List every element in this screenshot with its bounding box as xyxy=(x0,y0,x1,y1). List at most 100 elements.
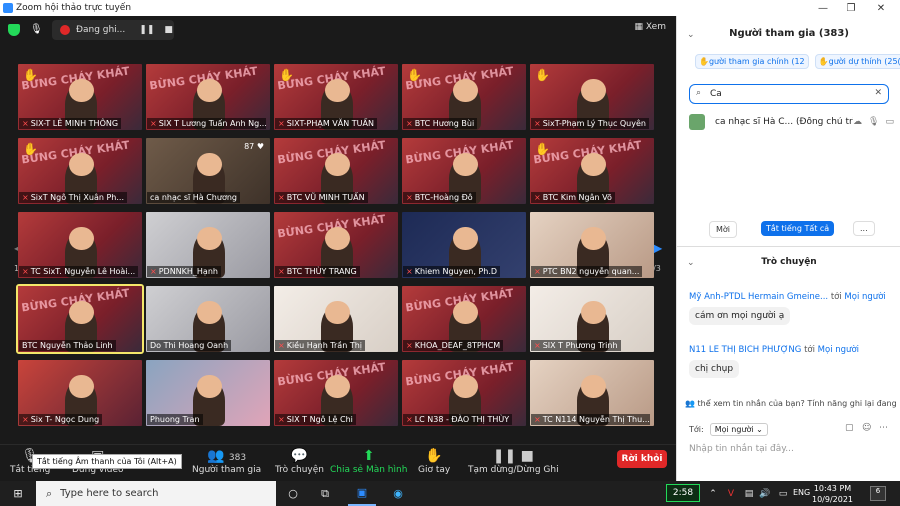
side-panel: ⌄ Người tham gia (383) ✋gười tham gia ch… xyxy=(676,16,900,481)
share-screen-button[interactable]: ⬆ Chia sẻ Màn hình xyxy=(330,447,407,475)
video-tile[interactable]: BỪNG CHÁY KHÁT ⨯ BTC-Hoàng Đô xyxy=(402,138,526,204)
video-tile[interactable]: ⨯ TC N114 Nguyễn Thị Thu... xyxy=(530,360,654,426)
battery-icon[interactable]: ▭ xyxy=(774,481,792,506)
participants-button[interactable]: 👥 383 Người tham gia xyxy=(192,447,261,475)
participant-name-text: PDNNKH_Hạnh xyxy=(158,267,218,276)
video-tile[interactable]: BỪNG CHÁY KHÁT ⨯ KHOA_DEAF_8TPHCM xyxy=(402,286,526,352)
cortana-icon[interactable]: ○ xyxy=(282,481,304,506)
muted-mic-icon: ⨯ xyxy=(406,267,413,276)
participant-name-label: ⨯ BTC VŨ MINH TUẤN xyxy=(275,192,368,203)
stop-recording-icon[interactable]: ■ xyxy=(164,25,173,35)
chevron-up-icon[interactable]: ⌃ xyxy=(704,481,722,506)
participant-row[interactable]: ca nhạc sĩ Hà C... (Đồng chủ trì) ☁ 🎙 ▭ xyxy=(689,113,894,131)
video-tile[interactable]: BỪNG CHÁY KHÁT ✋ ⨯ BTC Hương Bùi xyxy=(402,64,526,130)
participant-face xyxy=(324,152,350,177)
tile-badge: 87 ♥ xyxy=(244,142,264,151)
search-value: Ca xyxy=(710,89,722,99)
cloud-icon: ☁ xyxy=(853,117,863,127)
video-tile[interactable]: ⨯ PTC BN2 nguyễn quan... xyxy=(530,212,654,278)
language-indicator[interactable]: ENG xyxy=(793,488,810,497)
more-options-button[interactable]: ... xyxy=(853,221,875,236)
video-tile[interactable]: Do Thi Hoang Oanh xyxy=(146,286,270,352)
message-text: chị chụp xyxy=(689,360,740,378)
video-tile[interactable]: BỪNG CHÁY KHÁT ⨯ BTC VŨ MINH TUẤN xyxy=(274,138,398,204)
video-tile[interactable]: BỪNG CHÁY KHÁT ✋ ⨯ SIXT-PHẠM VĂN TUẤN xyxy=(274,64,398,130)
task-view-icon[interactable]: ⧉ xyxy=(314,481,336,506)
notification-center-icon[interactable]: 6 xyxy=(870,486,886,501)
notification-count: 6 xyxy=(875,487,881,495)
tab-panelists[interactable]: ✋gười tham gia chính (12 xyxy=(695,54,809,69)
muted-mic-icon: ⨯ xyxy=(406,341,413,350)
participant-face xyxy=(452,152,478,177)
video-tile[interactable]: Phuong Tran xyxy=(146,360,270,426)
chat-input[interactable]: Nhập tin nhắn tại đây... xyxy=(689,444,794,454)
chat-recipient-row: Tới: Mọi người ⌄ xyxy=(689,423,768,436)
muted-mic-icon: ⨯ xyxy=(22,415,29,424)
participant-face xyxy=(580,152,606,177)
participant-name-text: SixT Ngô Thị Xuân Ph... xyxy=(30,193,124,202)
file-icon[interactable]: ▢ xyxy=(845,423,854,433)
video-tile[interactable]: BỪNG CHÁY KHÁT ✋ ⨯ SIX-T LÊ MINH THÔNG xyxy=(18,64,142,130)
clear-search-icon[interactable]: ✕ xyxy=(874,88,882,98)
video-tile[interactable]: 87 ♥ ca nhạc sĩ Hà Chương xyxy=(146,138,270,204)
tray-app-icon[interactable]: V xyxy=(722,481,740,506)
participant-name-label: ⨯ Khiem Nguyen, Ph.D xyxy=(403,266,501,277)
zoom-logo-icon xyxy=(3,3,13,13)
video-tile[interactable]: ⨯ TC SixT. Nguyễn Lê Hoài... xyxy=(18,212,142,278)
chat-message-header: Mỹ Anh-PTDL Hermain Gmeine... tới Mọi ng… xyxy=(689,292,894,302)
participant-face xyxy=(324,374,350,399)
taskbar-search-input[interactable]: ⌕ Type here to search xyxy=(36,481,276,506)
raise-hand-button[interactable]: ✋ Giơ tay xyxy=(418,447,450,475)
tab-attendees[interactable]: ✋gười dự thính (25( xyxy=(814,54,900,69)
pause-recording-button[interactable]: ❚❚ ■ Tạm dừng/Dừng Ghi xyxy=(468,447,559,475)
volume-icon[interactable]: 🔊 xyxy=(756,481,774,506)
minimize-button[interactable]: — xyxy=(808,0,838,16)
participant-name-text: BTC THÙY TRANG xyxy=(286,267,357,276)
participant-name-text: SixT-Phạm Lý Thục Quyên xyxy=(542,119,646,128)
video-tile[interactable]: BỪNG CHÁY KHÁT ⨯ LC N38 - ĐÀO THỊ THÙY xyxy=(402,360,526,426)
participant-name-label: ⨯ PDNNKH_Hạnh xyxy=(147,266,221,277)
participant-name-text: Six T- Ngọc Dung xyxy=(30,415,100,424)
video-tile[interactable]: BỪNG CHÁY KHÁT ⨯ SIX T Lương Tuấn Anh Ng..… xyxy=(146,64,270,130)
invite-button[interactable]: Mời xyxy=(709,221,738,238)
maximize-button[interactable]: ❐ xyxy=(836,0,866,16)
raise-hand-label: Giơ tay xyxy=(418,465,451,475)
meeting-timer: 2:58 xyxy=(666,484,700,502)
video-tile[interactable]: BỪNG CHÁY KHÁT ⨯ SIX T Ngô Lệ Chi xyxy=(274,360,398,426)
edge-icon[interactable]: ◉ xyxy=(386,481,410,506)
share-screen-icon: ⬆ xyxy=(362,448,375,464)
share-label: Chia sẻ Màn hình xyxy=(330,465,408,475)
video-tile[interactable]: BỪNG CHÁY KHÁT ⨯ BTC THÙY TRANG xyxy=(274,212,398,278)
system-clock[interactable]: 10:43 PM 10/9/2021 xyxy=(812,483,853,505)
video-tile[interactable]: BỪNG CHÁY KHÁT BTC Nguyễn Thảo Linh xyxy=(16,284,144,354)
video-tile[interactable]: BỪNG CHÁY KHÁT ✋ ⨯ BTC Kim Ngân Võ xyxy=(530,138,654,204)
participant-face xyxy=(580,226,606,251)
mute-all-button[interactable]: Tắt tiếng Tất cả xyxy=(761,221,835,236)
meeting-topbar: 🎙 Đang ghi... ❚❚ ■ ▦ Xem xyxy=(0,16,676,44)
taskbar-search-placeholder: Type here to search xyxy=(60,488,159,499)
raised-hand-icon: ✋ xyxy=(23,142,38,156)
pause-recording-icon[interactable]: ❚❚ xyxy=(139,25,154,35)
video-tile[interactable]: ✋ ⨯ SixT-Phạm Lý Thục Quyên xyxy=(530,64,654,130)
video-tile[interactable]: ⨯ SIX T Phương Trinh xyxy=(530,286,654,352)
video-tile[interactable]: ⨯ PDNNKH_Hạnh xyxy=(146,212,270,278)
zoom-taskbar-icon[interactable]: ▣ xyxy=(348,481,376,506)
chat-button[interactable]: 💬 Trò chuyện xyxy=(275,447,324,475)
security-shield-icon[interactable] xyxy=(8,24,20,36)
view-button[interactable]: ▦ Xem xyxy=(635,22,666,32)
recipient-dropdown[interactable]: Mọi người ⌄ xyxy=(709,423,768,436)
muted-mic-icon: ⨯ xyxy=(278,267,285,276)
leave-button[interactable]: Rời khỏi xyxy=(617,450,667,468)
video-tile[interactable]: ⨯ Khiem Nguyen, Ph.D xyxy=(402,212,526,278)
windows-start-icon[interactable]: ⊞ xyxy=(0,481,36,506)
more-icon[interactable]: ⋯ xyxy=(879,423,888,433)
muted-mic-icon: ⨯ xyxy=(534,193,541,202)
participant-name-label: ⨯ SixT Ngô Thị Xuân Ph... xyxy=(19,192,127,203)
video-tile[interactable]: ⨯ Kiều Hạnh Trần Thị xyxy=(274,286,398,352)
close-window-button[interactable]: ✕ xyxy=(866,0,896,16)
video-tile[interactable]: ⨯ Six T- Ngọc Dung xyxy=(18,360,142,426)
clock-date: 10/9/2021 xyxy=(812,495,854,504)
video-tile[interactable]: BỪNG CHÁY KHÁT ✋ ⨯ SixT Ngô Thị Xuân Ph... xyxy=(18,138,142,204)
emoji-icon[interactable]: ☺ xyxy=(862,423,871,433)
participant-search-input[interactable]: ⌕ Ca ✕ xyxy=(689,84,889,104)
